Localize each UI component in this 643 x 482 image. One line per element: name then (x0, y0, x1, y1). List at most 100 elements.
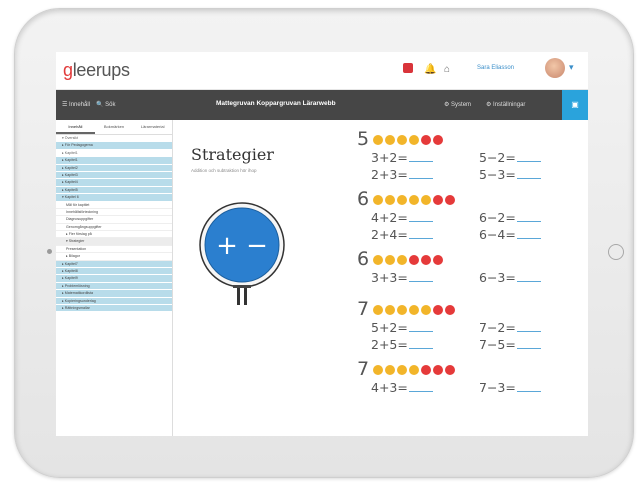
yellow-counter-dot (385, 255, 395, 265)
sidebar-item[interactable]: ▸ Rättningsmallar (56, 304, 172, 313)
equation: 6−4= (479, 227, 541, 242)
sidebar-item[interactable]: ▸ Kapitel1 (56, 157, 172, 165)
equation: 2+3= (371, 167, 433, 182)
answer-blank[interactable] (516, 168, 541, 179)
sidebar-item[interactable]: ▸ Problemlösning (56, 282, 172, 291)
equation-text: 2+5= (371, 337, 408, 352)
sidebar: Innehåll Bokmärken Lärarmaterial ▾ Översik… (56, 120, 173, 436)
chevron-down-icon[interactable]: ▾ (569, 62, 574, 73)
block-number: 5 (357, 128, 370, 150)
answer-blank[interactable] (516, 338, 541, 349)
equation-text: 6−4= (479, 227, 516, 242)
sidebar-item[interactable]: Genomgångsuppgifter (56, 224, 172, 232)
view-toggle-button[interactable]: ▣ (562, 90, 588, 120)
equation-text: 7−5= (479, 337, 516, 352)
equation-text: 2+3= (371, 167, 408, 182)
answer-blank[interactable] (408, 381, 433, 392)
system-button[interactable]: ⚙ System (444, 101, 471, 108)
yellow-counter-dot (373, 305, 383, 315)
equation-text: 5+2= (371, 320, 408, 335)
contents-button[interactable]: ☰ Innehåll (62, 101, 90, 108)
answer-blank[interactable] (516, 211, 541, 222)
bell-icon[interactable]: 🔔 (424, 64, 436, 75)
tab-innehåll[interactable]: Innehåll (56, 120, 95, 134)
sidebar-item[interactable]: ▾ Strategier (56, 238, 172, 246)
sidebar-item[interactable]: ▸ Kopieringsunderlag (56, 297, 172, 305)
sidebar-item[interactable]: ▸ Bilagor (56, 253, 172, 261)
answer-blank[interactable] (408, 168, 433, 179)
avatar[interactable] (545, 58, 565, 78)
answer-blank[interactable] (408, 211, 433, 222)
sidebar-item[interactable]: ▸ Kapitel2 (56, 164, 172, 172)
sidebar-item[interactable]: ▸ Kapitel4 (56, 179, 172, 187)
answer-blank[interactable] (516, 228, 541, 239)
yellow-counter-dot (397, 135, 407, 145)
block-number: 6 (357, 188, 370, 210)
page-title: Strategier (191, 145, 274, 164)
page-subtitle: Addition och subtraktion hör ihop (191, 168, 257, 173)
equation: 4+2= (371, 210, 433, 225)
tab-bokmärken[interactable]: Bokmärken (95, 120, 134, 134)
red-counter-dot (445, 365, 455, 375)
search-button[interactable]: 🔍 Sök (96, 101, 115, 108)
yellow-counter-dot (409, 195, 419, 205)
sidebar-item[interactable]: ▸ För Pedagogerna (56, 142, 172, 150)
tab-lärarmaterial[interactable]: Lärarmaterial (133, 120, 172, 134)
yellow-counter-dot (397, 365, 407, 375)
sidebar-item[interactable]: Diagnosuppgifter (56, 216, 172, 224)
sidebar-item[interactable]: ▾ Översikt (56, 135, 172, 143)
sign-symbols: + − (216, 231, 268, 261)
sidebar-tabs: Innehåll Bokmärken Lärarmaterial (56, 120, 172, 135)
sidebar-item[interactable]: ▸ Matematikordlista (56, 290, 172, 298)
yellow-counter-dot (397, 255, 407, 265)
red-counter-dot (445, 195, 455, 205)
sidebar-item[interactable]: ▸ Kapitel1 (56, 149, 172, 158)
user-name-link[interactable]: Sara Eliasson (477, 65, 514, 71)
sidebar-item[interactable]: ▾ Kapitel 6 (56, 194, 172, 202)
red-counter-dot (421, 365, 431, 375)
sidebar-item[interactable]: ▸ Fler förslag på (56, 231, 172, 239)
logo-letter: g (63, 60, 73, 80)
sidebar-tree: ▾ Översikt ▸ För Pedagogerna ▸ Kapitel1 ▸ K… (56, 135, 172, 313)
book-title: Mattegruvan Koppargruvan Lärarwebb (216, 100, 336, 107)
answer-blank[interactable] (408, 271, 433, 282)
equation-text: 6−2= (479, 210, 516, 225)
sidebar-item[interactable]: ▸ Kapitel8 (56, 268, 172, 276)
answer-blank[interactable] (516, 321, 541, 332)
yellow-counter-dot (397, 305, 407, 315)
answer-blank[interactable] (516, 151, 541, 162)
equation: 2+4= (371, 227, 433, 242)
answer-blank[interactable] (408, 338, 433, 349)
equation-text: 3+2= (371, 150, 408, 165)
home-icon[interactable]: ⌂ (444, 64, 450, 75)
sidebar-item[interactable]: ▸ Kapitel5 (56, 186, 172, 195)
yellow-counter-dot (409, 365, 419, 375)
sidebar-item[interactable]: Mål för kapitlet (56, 202, 172, 209)
equation: 6−3= (479, 270, 541, 285)
gleerups-logo[interactable]: gleerups (63, 60, 130, 81)
answer-blank[interactable] (516, 381, 541, 392)
answer-blank[interactable] (408, 228, 433, 239)
logo-text: leerups (72, 60, 130, 80)
home-button[interactable] (608, 244, 624, 260)
sidebar-item[interactable]: Presentation (56, 246, 172, 254)
yellow-counter-dot (409, 305, 419, 315)
yellow-counter-dot (373, 255, 383, 265)
equation: 6−2= (479, 210, 541, 225)
block-number: 6 (357, 248, 370, 270)
sidebar-item[interactable]: ▸ Kapitel7 (56, 260, 172, 269)
yellow-counter-dot (409, 135, 419, 145)
notification-badge[interactable] (403, 63, 413, 73)
red-counter-dot (433, 255, 443, 265)
sidebar-item[interactable]: ▸ Kapitel3 (56, 171, 172, 180)
settings-button[interactable]: ⚙ Inställningar (486, 101, 525, 108)
red-counter-dot (433, 305, 443, 315)
yellow-counter-dot (385, 135, 395, 145)
sidebar-item[interactable]: ▸ Kapitel9 (56, 275, 172, 283)
answer-blank[interactable] (408, 321, 433, 332)
sidebar-item[interactable]: Innehållsförteckning (56, 209, 172, 217)
answer-blank[interactable] (516, 271, 541, 282)
answer-blank[interactable] (408, 151, 433, 162)
yellow-counter-dot (385, 365, 395, 375)
yellow-counter-dot (385, 195, 395, 205)
